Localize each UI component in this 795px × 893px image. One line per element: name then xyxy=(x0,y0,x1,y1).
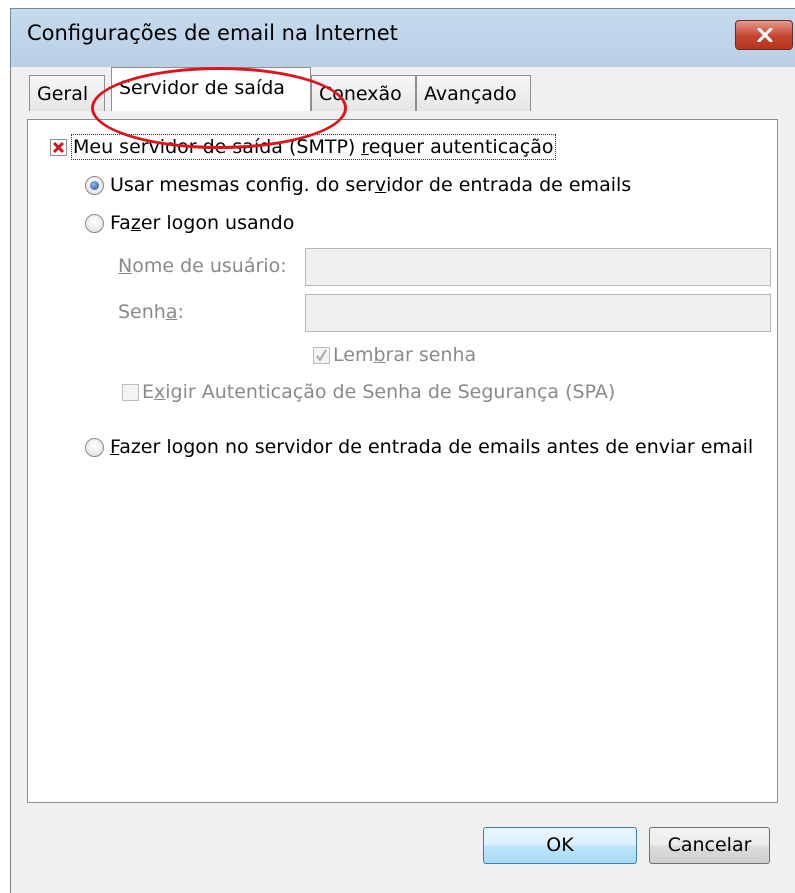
tab-panel-outgoing-server: Meu servidor de saída (SMTP) requer aute… xyxy=(27,119,778,803)
tab-advanced[interactable]: Avançado xyxy=(416,75,531,111)
spa-label-post: igir Autenticação de Senha de Segurança … xyxy=(165,381,616,403)
smtp-auth-label-post: equer autenticação xyxy=(368,136,554,158)
username-label: Nome de usuário: xyxy=(118,255,287,277)
close-icon xyxy=(757,28,773,42)
dialog-client-area: Geral Servidor de saída Conexão Avançado… xyxy=(11,67,795,893)
radio-logon-label-post: er logon usando xyxy=(140,212,295,234)
tab-general[interactable]: Geral xyxy=(29,75,105,111)
dialog-window: Configurações de email na Internet Geral… xyxy=(10,8,795,893)
spa-label-accel: x xyxy=(154,381,166,403)
radio-same-label-post: idor de entrada de emails xyxy=(386,174,632,196)
radio-selected-dot xyxy=(90,180,99,190)
password-label: Senh a: xyxy=(118,301,184,323)
smtp-auth-label: Meu servidor de saída (SMTP) requer aute… xyxy=(71,134,556,160)
password-label-pre: Senh xyxy=(118,301,166,323)
password-label-post: : xyxy=(177,301,184,323)
tab-general-label: Geral xyxy=(37,83,89,105)
smtp-auth-label-accel: r xyxy=(361,136,369,158)
smtp-auth-checkbox-row[interactable]: Meu servidor de saída (SMTP) requer aute… xyxy=(50,134,556,160)
radio-same-config-label: Usar mesmas config. do servidor de entra… xyxy=(110,174,631,196)
radio-logon-before-label: Fazer logon no servidor de entrada de em… xyxy=(110,436,753,458)
remember-label-post: rar senha xyxy=(385,344,477,366)
radio-logon-before[interactable] xyxy=(85,437,104,457)
tab-outgoing-server[interactable]: Servidor de saída xyxy=(111,67,311,111)
remember-label-accel: b xyxy=(373,344,386,366)
remember-password-label: Lembrar senha xyxy=(333,344,476,366)
username-label-accel: N xyxy=(118,255,133,277)
username-label-post: ome de usuário: xyxy=(132,255,287,277)
smtp-auth-checkbox[interactable] xyxy=(50,138,67,156)
spa-checkbox[interactable] xyxy=(122,383,139,401)
radio-same-label-pre: Usar mesmas config. do ser xyxy=(110,174,375,196)
checkmark-icon xyxy=(316,348,327,362)
ok-button[interactable]: OK xyxy=(483,827,637,864)
cancel-button[interactable]: Cancelar xyxy=(649,827,770,864)
spa-label: Exigir Autenticação de Senha de Seguranç… xyxy=(142,381,615,403)
password-label-accel: a xyxy=(165,301,178,323)
radio-logon-using-row[interactable]: Fazer logon usando xyxy=(85,212,294,234)
smtp-auth-label-pre: Meu servidor de saída (SMTP) xyxy=(73,136,362,158)
radio-logon-before-row[interactable]: Fazer logon no servidor de entrada de em… xyxy=(85,436,753,458)
radio-logon-label-accel: z xyxy=(130,212,141,234)
tab-outgoing-server-label: Servidor de saída xyxy=(119,77,285,99)
username-field[interactable] xyxy=(305,248,771,286)
remember-label-pre: Lem xyxy=(333,344,374,366)
remember-password-row[interactable]: Lembrar senha xyxy=(313,344,476,366)
window-title: Configurações de email na Internet xyxy=(27,21,398,45)
red-x-check-icon xyxy=(52,141,65,153)
spa-label-pre: E xyxy=(142,381,155,403)
close-button[interactable] xyxy=(735,20,793,50)
remember-password-checkbox[interactable] xyxy=(313,346,330,364)
tab-connection-label: Conexão xyxy=(319,83,402,105)
radio-before-label-accel: F xyxy=(110,436,120,458)
title-bar[interactable]: Configurações de email na Internet xyxy=(11,9,795,67)
radio-same-config[interactable] xyxy=(85,175,104,195)
radio-same-config-row[interactable]: Usar mesmas config. do servidor de entra… xyxy=(85,174,631,196)
radio-logon-using[interactable] xyxy=(85,213,104,233)
tab-advanced-label: Avançado xyxy=(424,83,517,105)
radio-same-label-accel: v xyxy=(374,174,387,196)
password-field[interactable] xyxy=(305,294,771,332)
spa-row[interactable]: Exigir Autenticação de Senha de Seguranç… xyxy=(122,381,615,403)
tab-connection[interactable]: Conexão xyxy=(311,75,416,111)
radio-logon-using-label: Fazer logon usando xyxy=(110,212,294,234)
radio-logon-label-pre: Fa xyxy=(110,212,131,234)
radio-before-label-post: azer logon no servidor de entrada de ema… xyxy=(119,436,754,458)
